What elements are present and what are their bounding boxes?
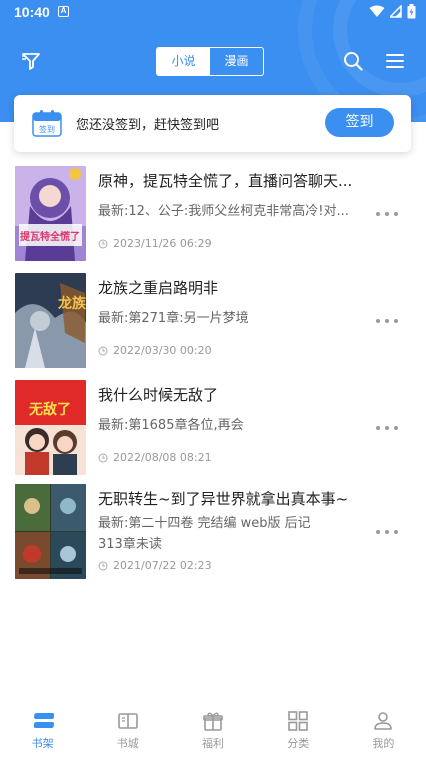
book-update-time: 2022/08/08 08:21 (98, 451, 212, 464)
status-time: 10:40 (14, 4, 50, 20)
signin-button[interactable]: 签到 (325, 108, 394, 137)
gift-icon (203, 712, 223, 731)
update-time-text: 2022/08/08 08:21 (113, 451, 212, 464)
calendar-icon: 签到 (32, 110, 62, 137)
more-options-icon[interactable] (376, 424, 398, 432)
clock-icon (98, 453, 108, 462)
status-icons (369, 4, 416, 19)
content-type-tabs: 小说 漫画 (156, 47, 264, 76)
book-unread-count: 313章未读 (98, 537, 162, 552)
search-icon[interactable] (343, 51, 363, 71)
grid-icon (288, 711, 309, 731)
cover-text: 龙族 (57, 295, 86, 312)
book-item[interactable]: 龙族 龙族之重启路明非 最新:第271章:另一片梦境 2022/03/30 00… (0, 273, 426, 373)
app-screen: 10:40 A 小说 漫画 签到 您还没签到，赶快签到吧 签到 提瓦特全慌了 原… (0, 0, 426, 757)
more-options-icon[interactable] (376, 528, 398, 536)
tab-novel[interactable]: 小说 (157, 48, 210, 75)
menu-icon[interactable] (386, 52, 404, 70)
signal-icon (390, 5, 402, 18)
nav-label: 书架 (31, 737, 54, 750)
book-update-time: 2022/03/30 00:20 (98, 344, 212, 357)
book-title: 龙族之重启路明非 (98, 279, 219, 297)
tab-comic[interactable]: 漫画 (210, 48, 263, 75)
clock-icon (98, 561, 108, 570)
book-cover: 提瓦特全慌了 (15, 166, 86, 261)
signin-card: 签到 您还没签到，赶快签到吧 签到 (14, 95, 411, 152)
book-latest-chapter: 最新:第二十四卷 完结编 web版 后记 (98, 516, 311, 531)
bookshelf-icon (33, 713, 54, 728)
cover-text: 无敌了 (28, 401, 71, 418)
wifi-icon (369, 5, 385, 17)
update-time-text: 2021/07/22 02:23 (113, 559, 212, 572)
nav-category[interactable]: 分类 (256, 700, 341, 757)
book-latest-chapter: 最新:12、公子:我师父丝柯克非常高冷!对... (98, 204, 349, 219)
update-time-text: 2022/03/30 00:20 (113, 344, 212, 357)
book-latest-chapter: 最新:第1685章各位,再会 (98, 418, 244, 433)
nav-bookshelf[interactable]: 书架 (0, 700, 85, 757)
more-options-icon[interactable] (376, 210, 398, 218)
book-open-icon (117, 713, 138, 729)
book-title: 我什么时候无敌了 (98, 386, 219, 404)
nav-label: 书城 (116, 737, 139, 750)
book-item[interactable]: 无敌了 我什么时候无敌了 最新:第1685章各位,再会 2022/08/08 0… (0, 380, 426, 480)
book-cover: 龙族 (15, 273, 86, 368)
clock-icon (98, 239, 108, 248)
status-bar: 10:40 A (0, 0, 426, 26)
book-cover (15, 484, 86, 579)
clock-icon (98, 346, 108, 355)
nav-label: 我的 (372, 737, 395, 750)
calendar-icon-label: 签到 (39, 124, 55, 134)
nav-bookstore[interactable]: 书城 (85, 700, 170, 757)
user-icon (374, 712, 393, 730)
nav-welfare[interactable]: 福利 (170, 700, 255, 757)
top-toolbar: 小说 漫画 (0, 26, 426, 96)
filter-icon[interactable] (20, 50, 42, 72)
bottom-nav: 书架 书城 福利 分类 我的 (0, 700, 426, 757)
nav-label: 分类 (287, 737, 310, 750)
book-title: 原神，提瓦特全慌了，直播问答聊天... (98, 172, 353, 190)
book-update-time: 2023/11/26 06:29 (98, 237, 212, 250)
book-update-time: 2021/07/22 02:23 (98, 559, 212, 572)
notification-icon: A (58, 6, 69, 17)
nav-profile[interactable]: 我的 (341, 700, 426, 757)
battery-icon (407, 4, 416, 19)
book-latest-chapter: 最新:第271章:另一片梦境 (98, 311, 249, 326)
more-options-icon[interactable] (376, 317, 398, 325)
signin-message: 您还没签到，赶快签到吧 (76, 118, 220, 133)
book-item[interactable]: 提瓦特全慌了 原神，提瓦特全慌了，直播问答聊天... 最新:12、公子:我师父丝… (0, 166, 426, 266)
book-cover: 无敌了 (15, 380, 86, 475)
cover-text: 提瓦特全慌了 (20, 230, 80, 243)
nav-label: 福利 (202, 737, 224, 750)
update-time-text: 2023/11/26 06:29 (113, 237, 212, 250)
book-item[interactable]: 无职转生~到了异世界就拿出真本事~ 最新:第二十四卷 完结编 web版 后记 3… (0, 484, 426, 584)
book-title: 无职转生~到了异世界就拿出真本事~ (98, 490, 349, 508)
